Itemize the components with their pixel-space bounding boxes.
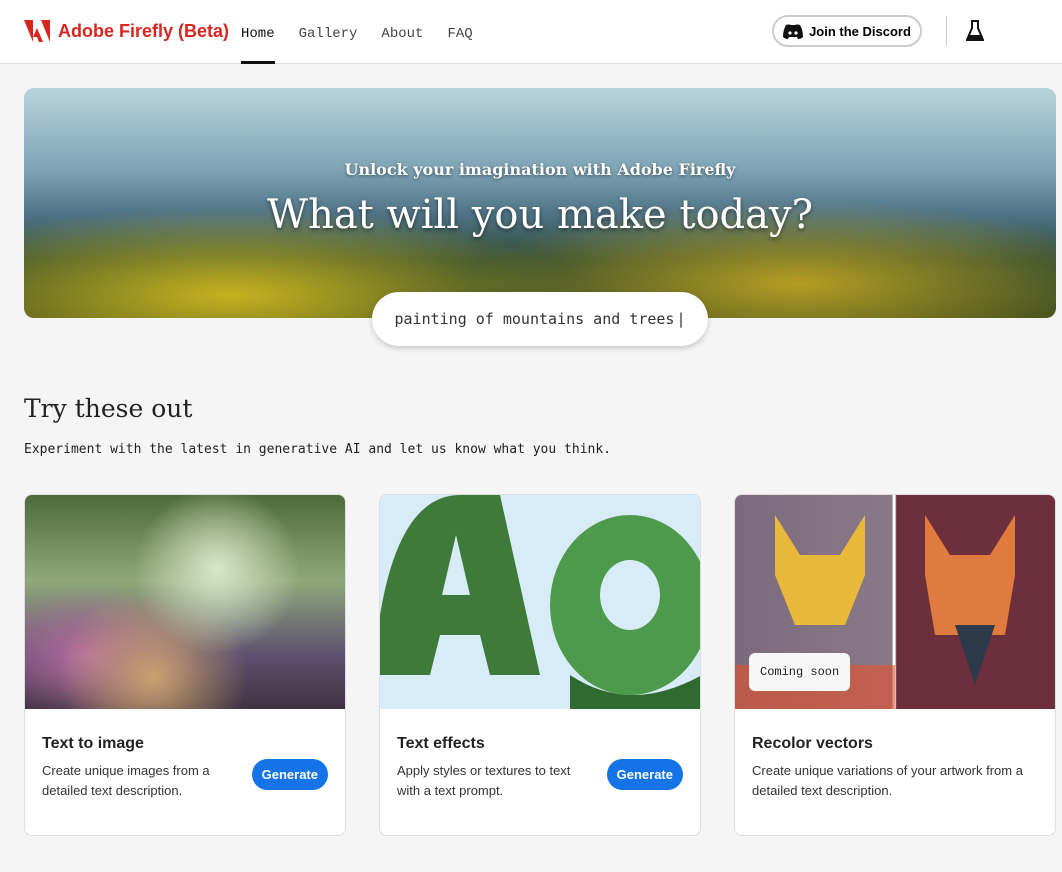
card-image (380, 495, 700, 709)
card-description: Create unique variations of your artwork… (752, 763, 1023, 798)
hero-subtitle: Unlock your imagination with Adobe Firef… (344, 160, 736, 179)
nav-faq[interactable]: FAQ (447, 0, 472, 64)
discord-label: Join the Discord (809, 23, 911, 39)
card-title: Text effects (397, 735, 485, 752)
adobe-logo-icon (24, 20, 50, 42)
discord-icon (783, 24, 804, 39)
prompt-input[interactable]: painting of mountains and trees | (372, 292, 708, 346)
nav-gallery[interactable]: Gallery (299, 0, 358, 64)
card-image (25, 495, 345, 709)
flask-icon[interactable] (966, 20, 984, 42)
hero-title: What will you make today? (266, 192, 814, 238)
prompt-value: painting of mountains and trees (394, 310, 675, 328)
coming-soon-badge: Coming soon (749, 653, 851, 691)
card-description: Create unique images from a detailed tex… (42, 763, 210, 798)
card-description: Apply styles or textures to text with a … (397, 763, 571, 798)
card-text-effects[interactable]: Text effects Apply styles or textures to… (379, 494, 701, 836)
join-discord-button[interactable]: Join the Discord (772, 15, 922, 47)
top-nav: Adobe Firefly (Beta) Home Gallery About … (0, 0, 1062, 64)
hero-banner: Unlock your imagination with Adobe Firef… (24, 88, 1056, 318)
nav-about[interactable]: About (381, 0, 423, 64)
main-nav: Home Gallery About FAQ (241, 0, 473, 64)
brand-logo[interactable]: Adobe Firefly (Beta) (24, 20, 229, 42)
card-text-to-image[interactable]: Text to image Create unique images from … (24, 494, 346, 836)
card-title: Recolor vectors (752, 735, 873, 752)
brand-name: Adobe Firefly (Beta) (58, 20, 230, 41)
card-recolor-vectors[interactable]: Coming soon Recolor vectors Create uniqu… (734, 494, 1056, 836)
section-description: Experiment with the latest in generative… (24, 442, 611, 457)
generate-button[interactable]: Generate (251, 759, 328, 790)
card-title: Text to image (42, 735, 144, 752)
nav-home[interactable]: Home (241, 0, 275, 64)
card-image: Coming soon (735, 495, 1055, 709)
divider (946, 16, 947, 46)
generate-button[interactable]: Generate (606, 759, 683, 790)
section-title: Try these out (24, 394, 193, 423)
